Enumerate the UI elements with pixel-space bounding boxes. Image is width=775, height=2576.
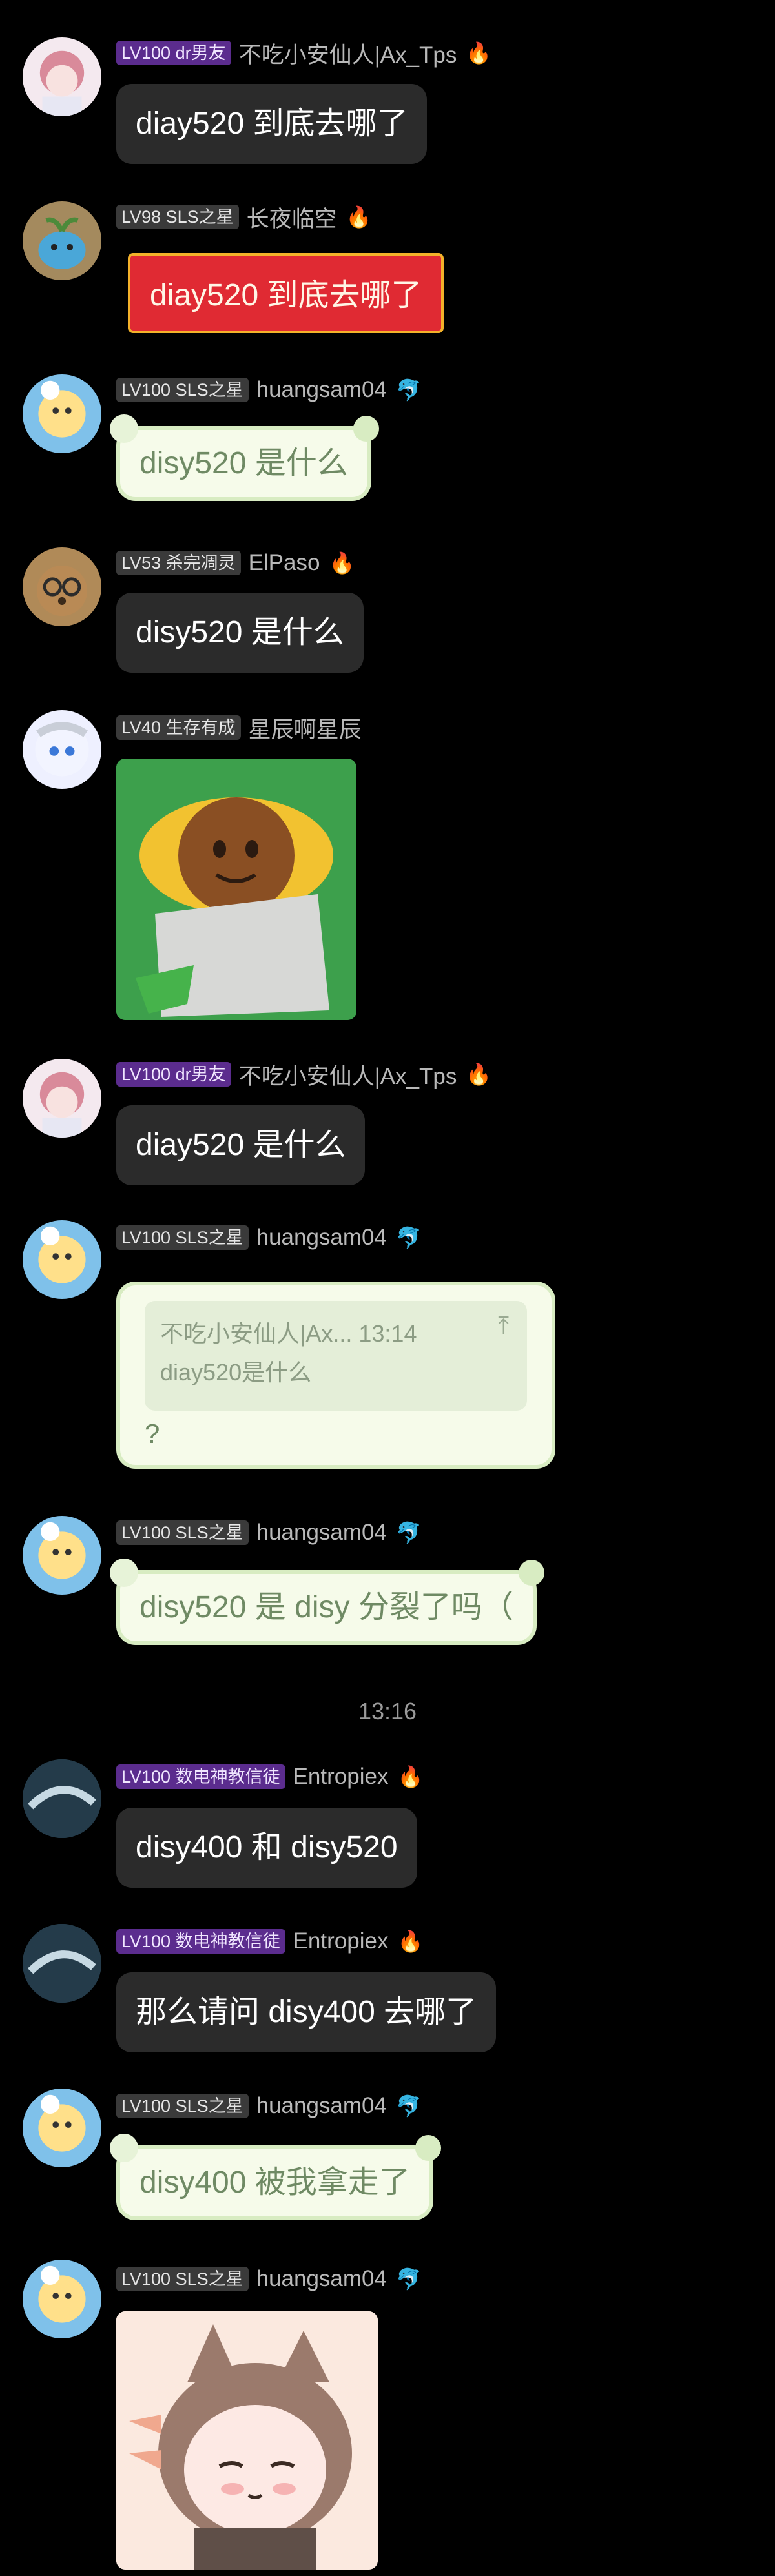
username[interactable]: 不吃小安仙人|Ax_Tps xyxy=(239,37,457,70)
level-badge: LV98 SLS之星 xyxy=(116,205,239,229)
reply-text: ? xyxy=(145,1418,160,1449)
username[interactable]: Entropiex xyxy=(293,1928,389,1954)
username[interactable]: huangsam04 xyxy=(256,1520,387,1546)
reply-bubble[interactable]: 不吃小安仙人|Ax... 13:14 ⤒ diay520是什么 ? xyxy=(116,1282,555,1469)
level-badge: LV100 SLS之星 xyxy=(116,2267,249,2291)
username[interactable]: 星辰啊星辰 xyxy=(249,711,362,744)
avatar[interactable] xyxy=(23,1059,101,1138)
username[interactable]: 不吃小安仙人|Ax_Tps xyxy=(239,1058,457,1091)
message-bubble[interactable]: disy400 和 disy520 xyxy=(116,1808,417,1888)
level-badge: LV100 SLS之星 xyxy=(116,1520,249,1545)
username[interactable]: Entropiex xyxy=(293,1764,389,1790)
avatar[interactable] xyxy=(23,37,101,116)
quoted-author: 不吃小安仙人|Ax... 13:14 xyxy=(160,1320,417,1347)
username[interactable]: huangsam04 xyxy=(256,2266,387,2292)
level-badge: LV100 数电神教信徒 xyxy=(116,1764,285,1789)
avatar[interactable] xyxy=(23,547,101,626)
message-bubble[interactable]: disy520 是 disy 分裂了吗（ xyxy=(110,1559,544,1645)
username[interactable]: huangsam04 xyxy=(256,1225,387,1251)
quoted-message[interactable]: 不吃小安仙人|Ax... 13:14 ⤒ diay520是什么 xyxy=(145,1301,527,1411)
avatar[interactable] xyxy=(23,1924,101,2003)
message-bubble[interactable]: diay520 是什么 xyxy=(116,1105,366,1185)
avatar[interactable] xyxy=(23,374,101,453)
quoted-text: diay520是什么 xyxy=(160,1359,312,1385)
avatar[interactable] xyxy=(23,1516,101,1595)
jump-to-quote-icon[interactable]: ⤒ xyxy=(498,1313,509,1340)
dolphin-icon: 🐬 xyxy=(396,1521,422,1544)
flame-icon: 🔥 xyxy=(466,41,492,65)
level-badge: LV40 生存有成 xyxy=(116,715,241,740)
dolphin-icon: 🐬 xyxy=(396,378,422,402)
dolphin-icon: 🐬 xyxy=(396,2094,422,2118)
flame-icon: 🔥 xyxy=(466,1063,492,1086)
level-badge: LV100 SLS之星 xyxy=(116,2094,249,2118)
dolphin-icon: 🐬 xyxy=(396,1226,422,1249)
level-badge: LV100 SLS之星 xyxy=(116,378,249,402)
level-badge: LV100 数电神教信徒 xyxy=(116,1929,285,1954)
level-badge: LV53 杀完凋灵 xyxy=(116,551,241,575)
dolphin-icon: 🐬 xyxy=(396,2267,422,2291)
flame-icon: 🔥 xyxy=(397,1765,424,1788)
username[interactable]: 长夜临空 xyxy=(247,201,337,234)
message-bubble[interactable]: diay520 到底去哪了 xyxy=(116,84,428,164)
avatar[interactable] xyxy=(23,1220,101,1299)
flame-icon: 🔥 xyxy=(329,551,355,575)
username[interactable]: ElPaso xyxy=(249,550,320,576)
level-badge: LV100 SLS之星 xyxy=(116,1225,249,1250)
message-bubble[interactable]: disy400 被我拿走了 xyxy=(110,2134,441,2220)
avatar[interactable] xyxy=(23,2089,101,2167)
username[interactable]: huangsam04 xyxy=(256,2093,387,2119)
chat-timestamp: 13:16 xyxy=(358,1698,417,1724)
username[interactable]: huangsam04 xyxy=(256,377,387,403)
avatar[interactable] xyxy=(23,1759,101,1838)
message-bubble[interactable]: diay520 到底去哪了 xyxy=(128,253,444,333)
message-bubble[interactable]: disy520 是什么 xyxy=(110,414,379,501)
message-bubble[interactable]: disy520 是什么 xyxy=(116,593,364,673)
message-bubble[interactable]: 那么请问 disy400 去哪了 xyxy=(116,1972,497,2052)
level-badge: LV100 dr男友 xyxy=(116,41,231,65)
anime-catgirl-sticker-image[interactable] xyxy=(116,2311,378,2570)
sunflower-sticker-image[interactable] xyxy=(116,759,356,1020)
avatar[interactable] xyxy=(23,2260,101,2338)
level-badge: LV100 dr男友 xyxy=(116,1062,231,1087)
avatar[interactable] xyxy=(23,710,101,789)
avatar[interactable] xyxy=(23,201,101,280)
flame-icon: 🔥 xyxy=(397,1930,424,1953)
flame-icon: 🔥 xyxy=(346,205,372,229)
